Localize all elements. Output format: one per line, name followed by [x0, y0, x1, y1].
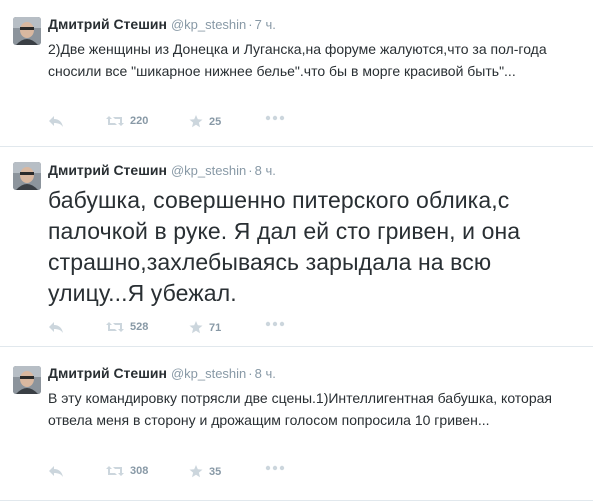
reply-icon: [49, 116, 63, 127]
tweet-text: В эту командировку потрясли две сцены.1)…: [48, 390, 552, 428]
reply-button[interactable]: [48, 115, 64, 127]
tweet-timestamp[interactable]: 7 ч.: [255, 17, 276, 32]
separator-dot: ·: [248, 17, 253, 32]
tweet-text: бабушка, совершенно питерского облика,с …: [48, 187, 521, 306]
reply-icon: [49, 466, 63, 477]
more-icon: [265, 115, 285, 121]
star-icon: [189, 321, 203, 334]
star-icon: [189, 115, 203, 128]
favorite-count: 25: [209, 115, 222, 128]
tweet-feed: Дмитрий Стешин @kp_steshin · 7 ч. 2)Две жен…: [0, 0, 593, 501]
favorite-count: 35: [209, 465, 222, 478]
author-name[interactable]: Дмитрий Стешин: [48, 162, 167, 178]
author-handle[interactable]: @kp_steshin: [171, 17, 246, 32]
favorite-button[interactable]: 35: [189, 465, 221, 478]
retweet-count: 528: [130, 321, 149, 333]
retweet-button[interactable]: 220: [106, 115, 148, 127]
author-name[interactable]: Дмитрий Стешин: [48, 16, 167, 32]
separator-dot: ·: [248, 163, 253, 178]
more-button[interactable]: [265, 115, 285, 121]
reply-button[interactable]: [48, 321, 64, 333]
author-handle[interactable]: @kp_steshin: [171, 366, 246, 381]
tweet-text: 2)Две женщины из Донецка и Луганска,на ф…: [48, 41, 547, 79]
favorite-button[interactable]: 25: [189, 115, 221, 128]
retweet-count: 220: [130, 115, 149, 127]
more-button[interactable]: [265, 465, 285, 471]
author-handle[interactable]: @kp_steshin: [171, 163, 246, 178]
retweet-icon: [106, 322, 124, 332]
retweet-button[interactable]: 528: [106, 321, 148, 333]
favorite-count: 71: [209, 321, 222, 334]
retweet-icon: [106, 116, 124, 126]
tweet-timestamp[interactable]: 8 ч.: [255, 366, 276, 381]
more-icon: [265, 321, 285, 327]
avatar[interactable]: [13, 366, 41, 394]
more-icon: [265, 465, 285, 471]
tweet[interactable]: Дмитрий Стешин @kp_steshin · 7 ч. 2)Две жен…: [0, 0, 593, 147]
reply-icon: [49, 322, 63, 333]
reply-button[interactable]: [48, 465, 64, 477]
avatar[interactable]: [13, 162, 41, 190]
retweet-icon: [106, 466, 124, 476]
separator-dot: ·: [248, 366, 253, 381]
tweet[interactable]: Дмитрий Стешин @kp_steshin · 8 ч. В эту ком…: [0, 347, 593, 501]
retweet-button[interactable]: 308: [106, 465, 148, 477]
more-button[interactable]: [265, 321, 285, 327]
author-name[interactable]: Дмитрий Стешин: [48, 365, 167, 381]
tweet[interactable]: Дмитрий Стешин @kp_steshin · 8 ч. бабушка, …: [0, 147, 593, 347]
star-icon: [189, 465, 203, 478]
tweet-timestamp[interactable]: 8 ч.: [255, 163, 276, 178]
favorite-button[interactable]: 71: [189, 321, 221, 334]
retweet-count: 308: [130, 465, 149, 477]
avatar[interactable]: [13, 17, 41, 45]
